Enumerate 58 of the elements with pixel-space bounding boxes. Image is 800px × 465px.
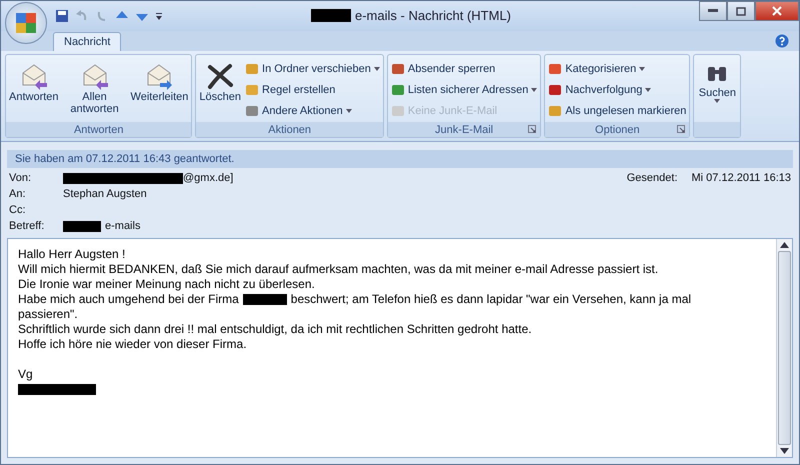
field-value: Mi 07.12.2011 16:13: [692, 172, 791, 184]
scrollbar[interactable]: [776, 239, 792, 457]
ribbon-button[interactable]: Listen sicherer Adressen: [390, 81, 538, 99]
field-label: Von:: [9, 172, 32, 184]
group-label: Antworten: [74, 124, 124, 136]
message-text: Hallo Herr Augsten !: [18, 247, 126, 262]
redaction-bar: [311, 9, 351, 22]
field-label: Betreff:: [9, 220, 46, 232]
ribbon-button[interactable]: Suchen: [697, 57, 738, 120]
message-text: Will mich hiermit BEDANKEN, daß Sie mich darauf aufmerksam machten, was da mit meiner e-mail Adresse passiert ist.: [18, 262, 658, 277]
help-icon[interactable]: [775, 34, 789, 48]
message-text: Schriftlich wurde sich dann drei !! mal entschuldigt, da ich mit rechtlichen Schritten gedroht hatte.: [18, 322, 532, 337]
ribbon-button[interactable]: Andere Aktionen: [245, 102, 380, 120]
group-label: Optionen: [595, 124, 640, 136]
field-label: Gesendet:: [626, 172, 678, 184]
maximize-icon: [736, 6, 746, 16]
customize-icon[interactable]: [155, 11, 163, 21]
ribbon-button[interactable]: Regel erstellen: [245, 81, 380, 99]
ribbon-button[interactable]: Als ungelesen markieren: [548, 102, 686, 120]
field-value: @gmx.de]: [183, 172, 234, 184]
window-title: e-mails - Nachricht (HTML): [355, 8, 512, 23]
ribbon-button[interactable]: Absender sperren: [390, 60, 538, 78]
ribbon-button[interactable]: Kategorisieren: [548, 60, 686, 78]
message-text: Hoffe ich höre nie wieder von dieser Firma.: [18, 337, 247, 352]
maximize-button[interactable]: [727, 1, 755, 21]
ribbon-button[interactable]: Antworten: [9, 57, 59, 120]
dialog-launcher-icon[interactable]: [528, 125, 536, 133]
field-label: Cc:: [9, 204, 26, 216]
close-button[interactable]: [755, 1, 799, 21]
scroll-down-icon[interactable]: [780, 448, 789, 454]
group-label: Aktionen: [268, 124, 312, 136]
group-label: Junk-E-Mail: [435, 124, 494, 136]
ribbon-button[interactable]: Löschen: [199, 57, 242, 120]
redaction-bar: [63, 220, 101, 232]
message-text: Habe mich auch umgehend bei der Firma: [18, 292, 239, 307]
cross-icon: [205, 61, 236, 91]
minimize-button[interactable]: [699, 1, 727, 21]
message-text: passieren".: [18, 307, 78, 322]
ribbon-button[interactable]: Weiterleiten: [130, 57, 188, 120]
close-icon: [772, 6, 782, 16]
ribbon-button[interactable]: Nachverfolgung: [548, 81, 686, 99]
ribbon-button[interactable]: Allen antworten: [62, 57, 127, 120]
info-bar: Sie haben am 07.12.2011 16:43 geantwortet.: [7, 150, 793, 168]
office-button[interactable]: [5, 2, 47, 44]
field-label: An:: [9, 188, 27, 200]
save-icon[interactable]: [55, 9, 69, 23]
message-text: beschwert; am Telefon hieß es dann lapidar "war ein Versehen, kann ja mal: [290, 292, 692, 307]
scroll-up-icon[interactable]: [780, 242, 789, 248]
minimize-icon: [708, 9, 718, 13]
field-value: e-mails: [105, 220, 140, 232]
ribbon-button[interactable]: In Ordner verschieben: [245, 60, 380, 78]
redaction-bar: [242, 294, 287, 305]
ribbon-tab[interactable]: Nachricht: [53, 32, 122, 51]
dialog-launcher-icon[interactable]: [677, 125, 686, 133]
message-text: Die Ironie war meiner Meinung nach nicht zu überlesen.: [18, 277, 315, 292]
message-text: Vg: [18, 367, 33, 382]
group-footer: [694, 122, 740, 137]
field-value: Stephan Augsten: [63, 188, 147, 200]
